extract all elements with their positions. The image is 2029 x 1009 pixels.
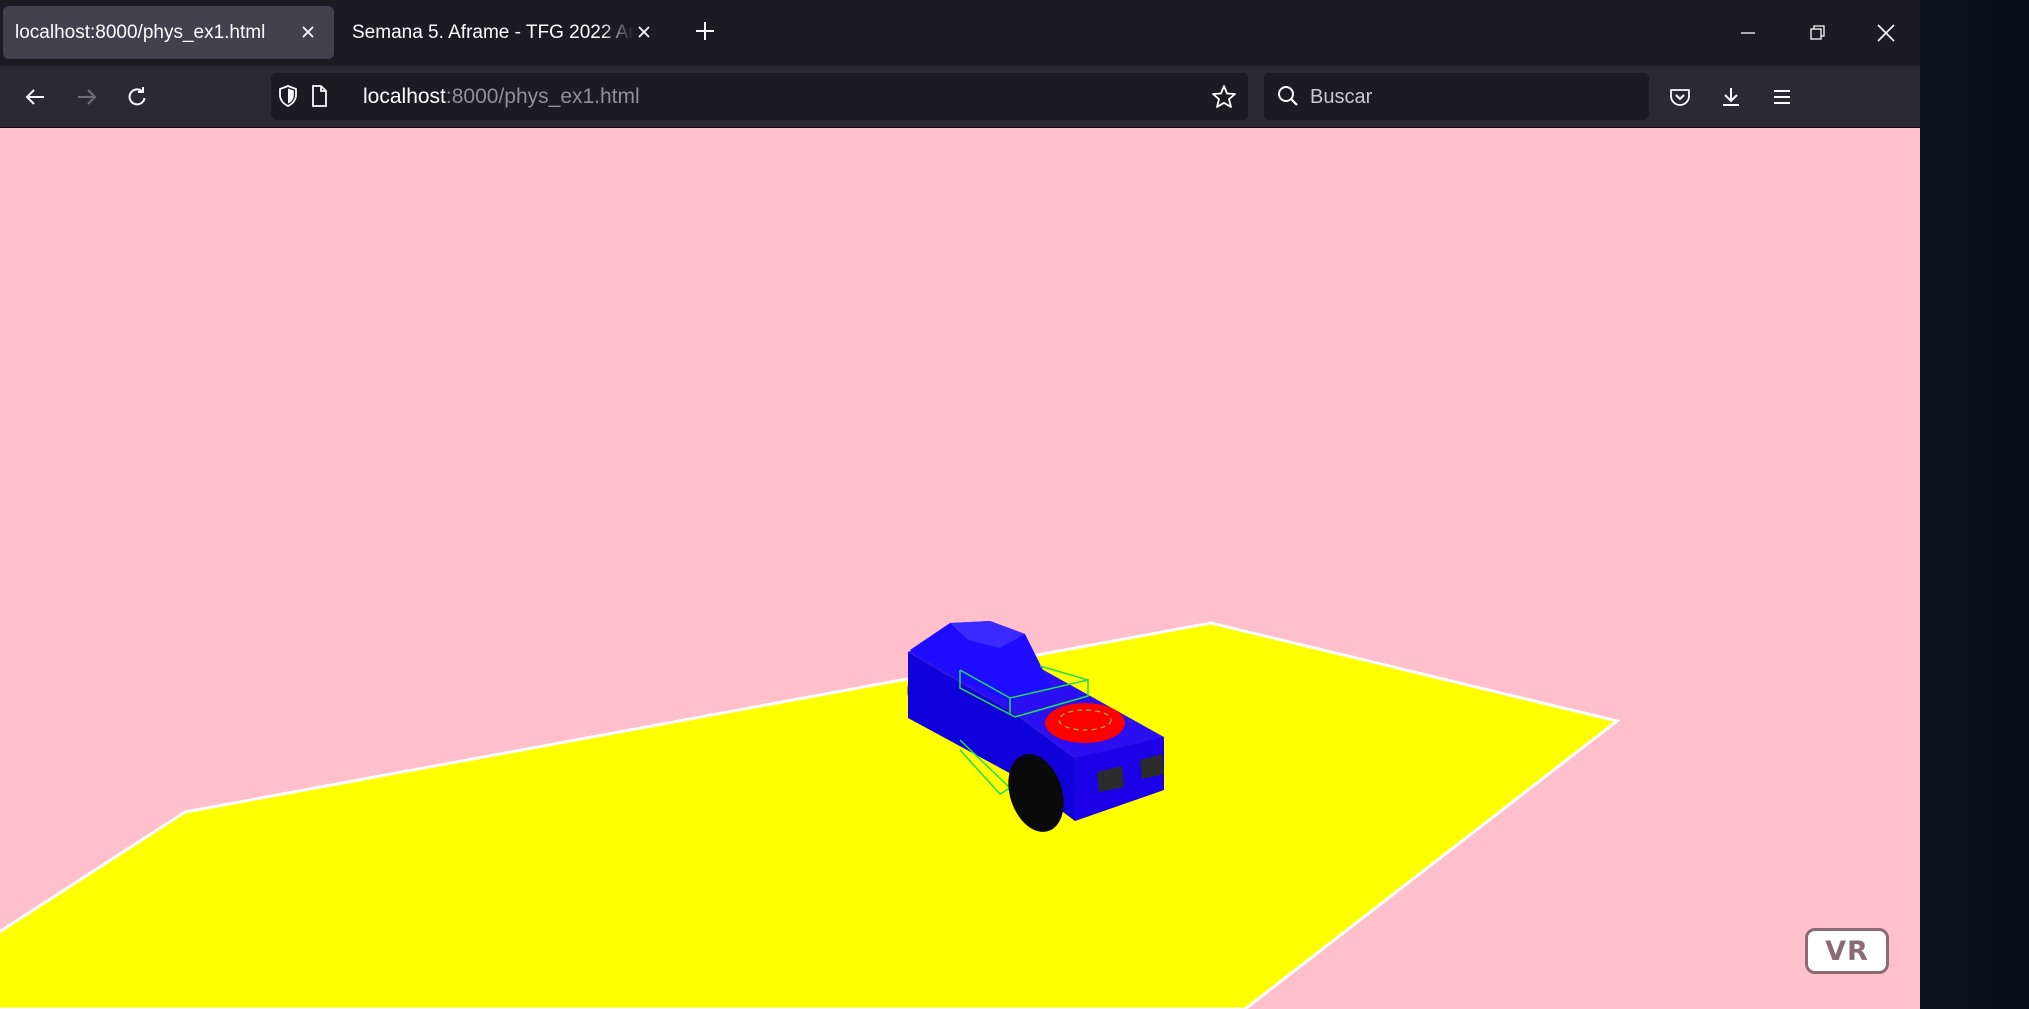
close-icon[interactable] bbox=[632, 20, 656, 44]
desktop-background bbox=[1920, 0, 2029, 1009]
aframe-scene-viewport[interactable]: VR bbox=[0, 128, 1920, 1009]
tab-title: localhost:8000/phys_ex1.html bbox=[15, 21, 266, 43]
tab-title: Semana 5. Aframe - TFG 2022 Ana V bbox=[352, 21, 634, 43]
vr-mode-button[interactable]: VR bbox=[1805, 928, 1889, 974]
back-icon[interactable] bbox=[16, 78, 54, 116]
url-text[interactable]: localhost:8000/phys_ex1.html bbox=[363, 85, 640, 109]
tab-phys-ex1[interactable]: localhost:8000/phys_ex1.html bbox=[3, 6, 334, 59]
plus-icon[interactable] bbox=[690, 16, 720, 46]
ground-plane bbox=[0, 621, 1621, 1009]
search-bar[interactable]: Buscar bbox=[1264, 73, 1649, 120]
tab-semana5-aframe[interactable]: Semana 5. Aframe - TFG 2022 Ana V bbox=[340, 6, 670, 59]
download-icon[interactable] bbox=[1712, 78, 1750, 116]
navigation-toolbar: localhost:8000/phys_ex1.html Buscar bbox=[0, 66, 1920, 128]
url-bar[interactable]: localhost:8000/phys_ex1.html bbox=[271, 73, 1248, 120]
minimize-icon[interactable] bbox=[1728, 14, 1768, 52]
restore-icon[interactable] bbox=[1797, 14, 1837, 52]
url-host: localhost bbox=[363, 85, 446, 108]
tab-strip: localhost:8000/phys_ex1.html Semana 5. A… bbox=[0, 0, 1920, 66]
scene-canvas[interactable] bbox=[0, 128, 1920, 1009]
menu-icon[interactable] bbox=[1763, 78, 1801, 116]
url-path: :8000/phys_ex1.html bbox=[445, 85, 640, 108]
close-window-icon[interactable] bbox=[1866, 14, 1906, 52]
red-dome bbox=[1045, 703, 1125, 743]
search-input[interactable]: Buscar bbox=[1310, 86, 1372, 109]
star-icon[interactable] bbox=[1211, 84, 1237, 115]
page-icon[interactable] bbox=[307, 84, 331, 113]
forward-icon[interactable] bbox=[68, 78, 106, 116]
shield-icon[interactable] bbox=[276, 84, 300, 113]
close-icon[interactable] bbox=[296, 20, 320, 44]
search-icon bbox=[1276, 84, 1300, 113]
pocket-icon[interactable] bbox=[1661, 78, 1699, 116]
browser-window: localhost:8000/phys_ex1.html Semana 5. A… bbox=[0, 0, 1920, 1009]
reload-icon[interactable] bbox=[118, 78, 156, 116]
